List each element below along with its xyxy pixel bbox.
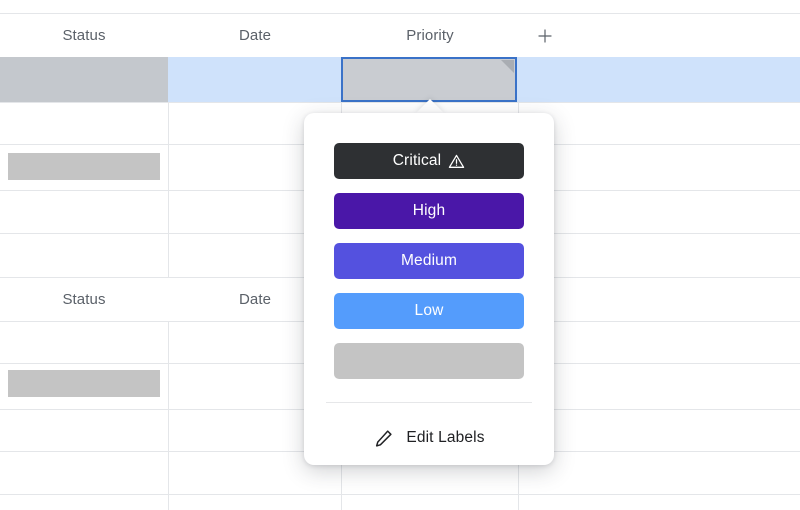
priority-option-low[interactable]: Low — [334, 293, 524, 329]
priority-option-label: Medium — [400, 252, 458, 270]
priority-option-blank[interactable] — [334, 343, 524, 379]
popover-divider — [326, 402, 532, 403]
warning-triangle-icon — [449, 154, 465, 168]
priority-option-label: High — [412, 202, 446, 220]
column-header-label: Date — [238, 291, 272, 308]
priority-option-high[interactable]: High — [334, 193, 524, 229]
priority-label-dropdown: Critical High Medium Low Edit Labels — [304, 113, 554, 465]
cell-corner-handle-icon — [501, 60, 514, 73]
popover-caret-icon — [415, 99, 445, 114]
column-header-status[interactable]: Status — [0, 14, 168, 57]
column-header-label: Status — [62, 291, 106, 308]
edit-labels-button[interactable]: Edit Labels — [304, 418, 554, 458]
column-header-label: Priority — [406, 27, 454, 44]
pencil-icon — [376, 429, 392, 447]
column-header-label: Date — [238, 27, 272, 44]
column-header-priority[interactable]: Priority — [342, 14, 518, 57]
priority-option-list: Critical High Medium Low — [304, 143, 554, 379]
priority-option-medium[interactable]: Medium — [334, 243, 524, 279]
cell-placeholder-bar — [8, 370, 160, 397]
add-column-button[interactable] — [519, 14, 800, 57]
selected-row-status-cell[interactable] — [0, 57, 168, 102]
table-header-row-primary: Status Date Priority — [0, 14, 800, 57]
row-divider — [0, 494, 800, 495]
column-header-status-2[interactable]: Status — [0, 278, 168, 321]
plus-icon — [538, 28, 552, 43]
row-divider — [0, 102, 800, 103]
priority-option-label: Low — [414, 302, 444, 320]
priority-option-critical[interactable]: Critical — [334, 143, 524, 179]
priority-option-label: Critical — [392, 152, 442, 170]
cell-placeholder-bar — [8, 153, 160, 180]
column-header-date[interactable]: Date — [169, 14, 341, 57]
edit-labels-label: Edit Labels — [406, 429, 485, 446]
column-header-label: Status — [62, 27, 106, 44]
active-cell-priority[interactable] — [341, 57, 517, 102]
spreadsheet-app: Status Date Priority Status Date Critica… — [0, 0, 800, 510]
